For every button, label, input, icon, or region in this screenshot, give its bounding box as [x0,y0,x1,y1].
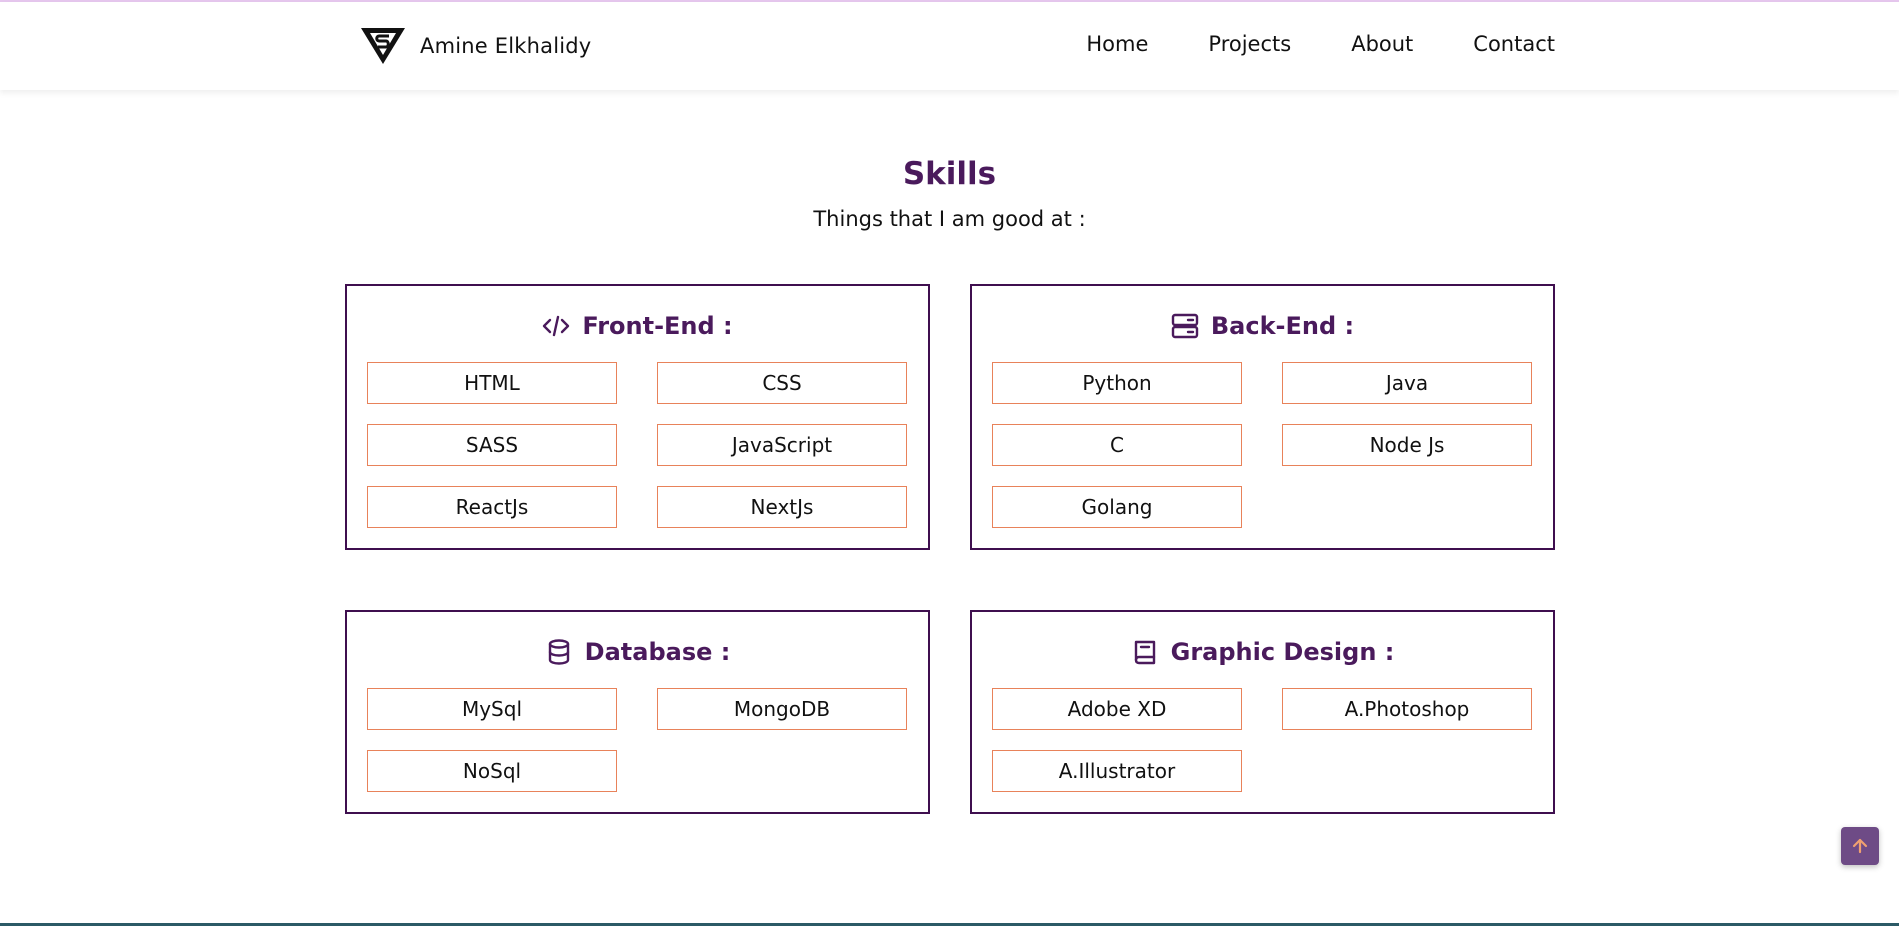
skill-chip[interactable]: ReactJs [367,486,617,528]
skill-chip[interactable]: Java [1282,362,1532,404]
card-header: Back-End : [972,308,1553,344]
skill-card-graphic-design: Graphic Design : Adobe XD A.Photoshop A.… [970,610,1555,814]
card-title: Database : [584,638,731,666]
card-header: Graphic Design : [972,634,1553,670]
brand-name: Amine Elkhalidy [420,34,592,58]
nav-about[interactable]: About [1351,32,1413,56]
nav-projects[interactable]: Projects [1208,32,1291,56]
skill-list: MySql MongoDB NoSql [367,688,910,792]
card-title: Front-End : [582,312,733,340]
brand[interactable]: Amine Elkhalidy [360,24,591,68]
card-header: Database : [347,634,928,670]
main-nav: Home Projects About Contact [1086,32,1555,56]
skill-chip[interactable]: A.Photoshop [1282,688,1532,730]
section-subtitle: Things that I am good at : [813,207,1086,231]
database-icon [545,638,573,666]
card-title: Graphic Design : [1170,638,1395,666]
skill-chip[interactable]: Python [992,362,1242,404]
skill-chip[interactable]: MySql [367,688,617,730]
skill-chip[interactable]: HTML [367,362,617,404]
nav-home[interactable]: Home [1086,32,1148,56]
skill-chip[interactable]: JavaScript [657,424,907,466]
skill-chip[interactable]: Node Js [1282,424,1532,466]
skill-chip[interactable]: Adobe XD [992,688,1242,730]
skill-card-backend: Back-End : Python Java C Node Js Golang [970,284,1555,550]
skill-chip[interactable]: NoSql [367,750,617,792]
scroll-to-top-button[interactable] [1841,827,1879,865]
site-header: Amine Elkhalidy Home Projects About Cont… [0,2,1899,90]
arrow-up-icon [1851,837,1869,855]
card-header: Front-End : [347,308,928,344]
skill-chip[interactable]: MongoDB [657,688,907,730]
skill-chip[interactable]: Golang [992,486,1242,528]
nav-contact[interactable]: Contact [1473,32,1555,56]
skill-card-database: Database : MySql MongoDB NoSql [345,610,930,814]
skill-chip[interactable]: CSS [657,362,907,404]
skill-list: HTML CSS SASS JavaScript ReactJs NextJs [367,362,910,528]
skill-list: Adobe XD A.Photoshop A.Illustrator [992,688,1535,792]
skill-list: Python Java C Node Js Golang [992,362,1535,528]
skill-chip[interactable]: SASS [367,424,617,466]
logo-icon [360,26,406,66]
code-icon [542,312,570,340]
skill-card-frontend: Front-End : HTML CSS SASS JavaScript Rea… [345,284,930,550]
section-title: Skills [902,156,997,192]
skill-chip[interactable]: NextJs [657,486,907,528]
server-icon [1171,312,1199,340]
card-title: Back-End : [1210,312,1355,340]
skill-chip[interactable]: C [992,424,1242,466]
book-icon [1131,638,1159,666]
skill-chip[interactable]: A.Illustrator [992,750,1242,792]
